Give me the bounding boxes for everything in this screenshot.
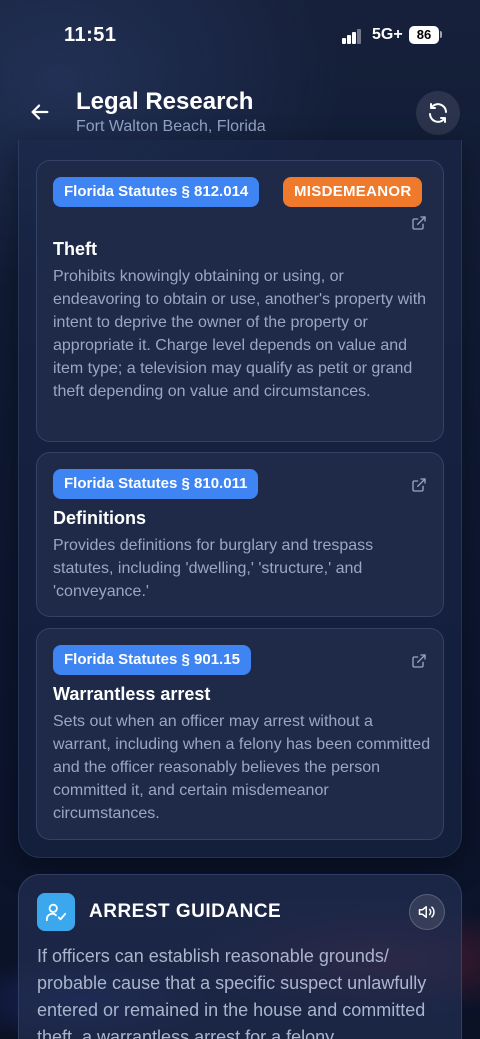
statute-card-812-014[interactable]: Florida Statutes § 812.014 MISDEMEANOR T… <box>36 160 444 442</box>
speaker-icon <box>418 906 435 918</box>
charge-level-badge: MISDEMEANOR <box>283 177 423 207</box>
statute-title: Theft <box>53 239 97 259</box>
page-subtitle: Fort Walton Beach, Florida <box>76 118 266 135</box>
status-time: 11:51 <box>64 24 117 46</box>
refresh-button[interactable] <box>416 91 460 135</box>
guidance-text: If officers can establish reasonable gro… <box>37 946 427 1039</box>
back-button[interactable] <box>20 92 60 132</box>
statute-card-901-15[interactable]: Florida Statutes § 901.15 Warrantless ar… <box>36 628 444 840</box>
statute-title: Warrantless arrest <box>53 684 211 704</box>
guidance-title: ARREST GUIDANCE <box>89 901 282 922</box>
battery-icon: 86 <box>409 26 439 44</box>
statute-citation-badge: Florida Statutes § 812.014 <box>53 177 260 207</box>
arrow-left-icon <box>31 104 49 120</box>
arrest-guidance-panel: ARREST GUIDANCE If officers can establis… <box>18 874 462 1039</box>
external-link-icon[interactable] <box>411 215 427 231</box>
statute-title: Definitions <box>53 508 146 528</box>
page-title: Legal Research <box>76 88 254 115</box>
network-type: 5G+ <box>372 26 403 43</box>
statute-description: Provides definitions for burglary and tr… <box>53 537 374 600</box>
status-bar: 11:51 5G+ 86 <box>0 0 480 70</box>
user-check-icon <box>37 893 75 931</box>
external-link-icon[interactable] <box>411 653 427 669</box>
statute-citation-badge: Florida Statutes § 810.011 <box>53 469 259 499</box>
statute-description: Sets out when an officer may arrest with… <box>53 713 431 822</box>
read-aloud-button[interactable] <box>409 894 445 930</box>
refresh-icon <box>429 103 447 123</box>
external-link-icon[interactable] <box>411 477 427 493</box>
statute-citation-badge: Florida Statutes § 901.15 <box>53 645 251 675</box>
signal-icon <box>342 28 362 44</box>
battery-tip <box>440 31 442 38</box>
statute-card-810-011[interactable]: Florida Statutes § 810.011 Definitions P… <box>36 452 444 617</box>
statute-description: Prohibits knowingly obtaining or using, … <box>53 268 427 400</box>
